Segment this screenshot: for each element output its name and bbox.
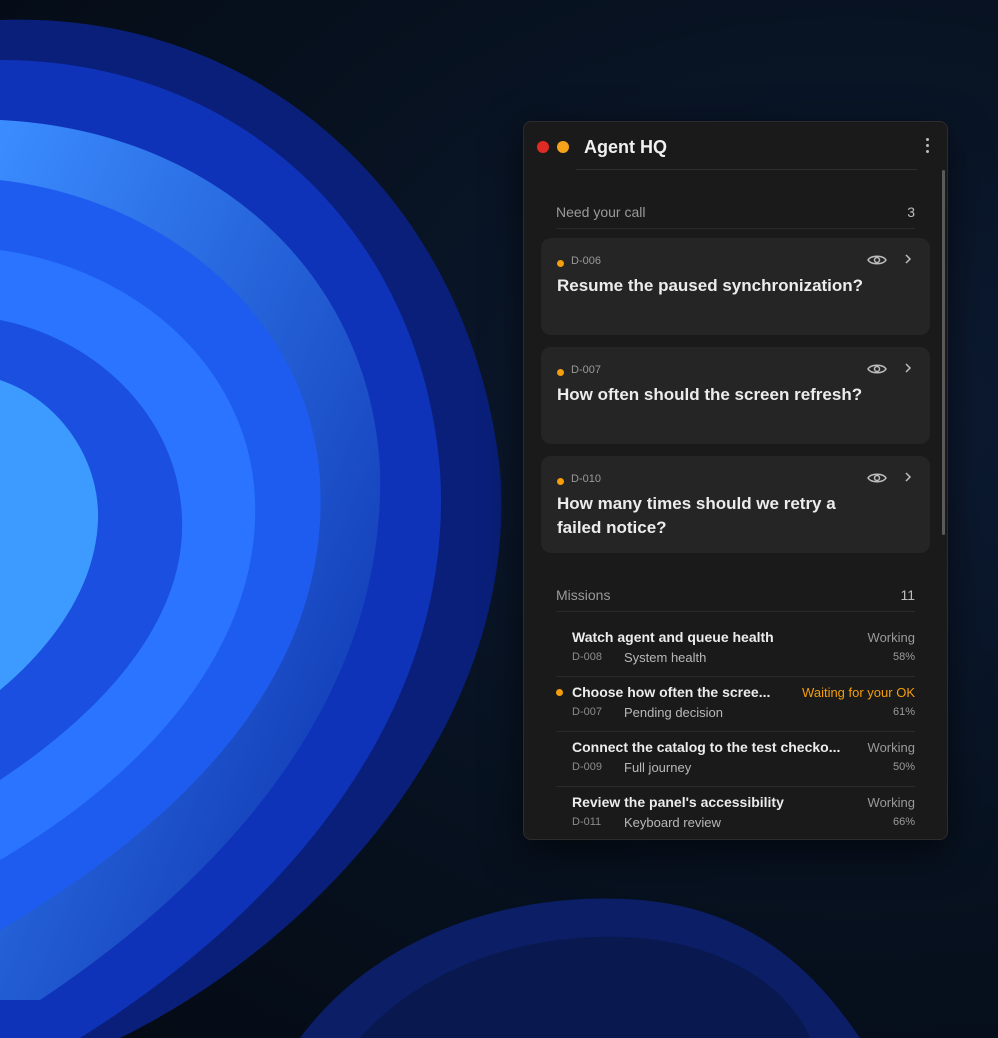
- decision-id: D-010: [571, 473, 601, 485]
- mission-progress: 61%: [892, 706, 915, 718]
- pending-dot-icon: [557, 260, 564, 267]
- eye-icon[interactable]: [867, 362, 887, 376]
- chevron-right-icon[interactable]: [903, 361, 913, 375]
- mission-status: Waiting for your OK: [802, 685, 915, 700]
- mission-row[interactable]: Choose how often the scree... Waiting fo…: [556, 676, 915, 732]
- attention-dot-icon: [556, 689, 563, 696]
- mission-id: D-011: [572, 816, 602, 828]
- decision-id: D-007: [571, 364, 601, 376]
- mission-subtitle: System health: [624, 650, 707, 665]
- agent-hq-panel: Agent HQ Need your call 3 D-006 Resume t…: [523, 121, 948, 840]
- mission-status: Working: [867, 795, 915, 810]
- decision-card[interactable]: D-006 Resume the paused synchronization?: [541, 238, 930, 335]
- missions-section-label: Missions: [556, 587, 611, 603]
- decisions-section-label: Need your call: [556, 204, 646, 220]
- mission-row[interactable]: Watch agent and queue health Working D-0…: [556, 621, 915, 677]
- mission-progress: 66%: [892, 816, 915, 828]
- decision-card[interactable]: D-010 How many times should we retry a f…: [541, 456, 930, 553]
- mission-title: Connect the catalog to the test checko..…: [572, 739, 841, 755]
- mission-subtitle: Keyboard review: [624, 815, 721, 830]
- decision-question: How often should the screen refresh?: [557, 385, 863, 404]
- mission-status: Working: [867, 740, 915, 755]
- decision-question: How many times should we retry a failed …: [557, 494, 836, 537]
- mission-progress: 50%: [892, 761, 915, 773]
- scrollbar-thumb[interactable]: [942, 170, 945, 535]
- missions-count: 11: [900, 587, 915, 603]
- mission-row[interactable]: Review the panel's accessibility Working…: [556, 786, 915, 839]
- chevron-right-icon[interactable]: [903, 252, 913, 266]
- minimize-button[interactable]: [557, 141, 569, 153]
- mission-id: D-007: [572, 706, 602, 718]
- missions-section-header: Missions 11: [556, 577, 915, 612]
- title-bar: Agent HQ: [524, 122, 947, 170]
- more-options-icon[interactable]: [923, 138, 931, 156]
- eye-icon[interactable]: [867, 471, 887, 485]
- decisions-count: 3: [907, 204, 915, 220]
- pending-dot-icon: [557, 478, 564, 485]
- title-divider: [576, 169, 917, 170]
- decision-card[interactable]: D-007 How often should the screen refres…: [541, 347, 930, 444]
- decision-id: D-006: [571, 255, 601, 267]
- pending-dot-icon: [557, 369, 564, 376]
- decisions-section-header: Need your call 3: [556, 194, 915, 229]
- mission-status: Working: [867, 630, 915, 645]
- mission-subtitle: Full journey: [624, 760, 692, 775]
- mission-progress: 58%: [892, 651, 915, 663]
- mission-title: Watch agent and queue health: [572, 629, 774, 645]
- mission-title: Review the panel's accessibility: [572, 794, 784, 810]
- mission-id: D-008: [572, 651, 602, 663]
- chevron-right-icon[interactable]: [903, 470, 913, 484]
- mission-id: D-009: [572, 761, 602, 773]
- decision-question: Resume the paused synchronization?: [557, 276, 864, 295]
- mission-subtitle: Pending decision: [624, 705, 724, 720]
- eye-icon[interactable]: [867, 253, 887, 267]
- window-title: Agent HQ: [584, 137, 667, 157]
- close-button[interactable]: [537, 141, 549, 153]
- mission-row[interactable]: Connect the catalog to the test checko..…: [556, 731, 915, 787]
